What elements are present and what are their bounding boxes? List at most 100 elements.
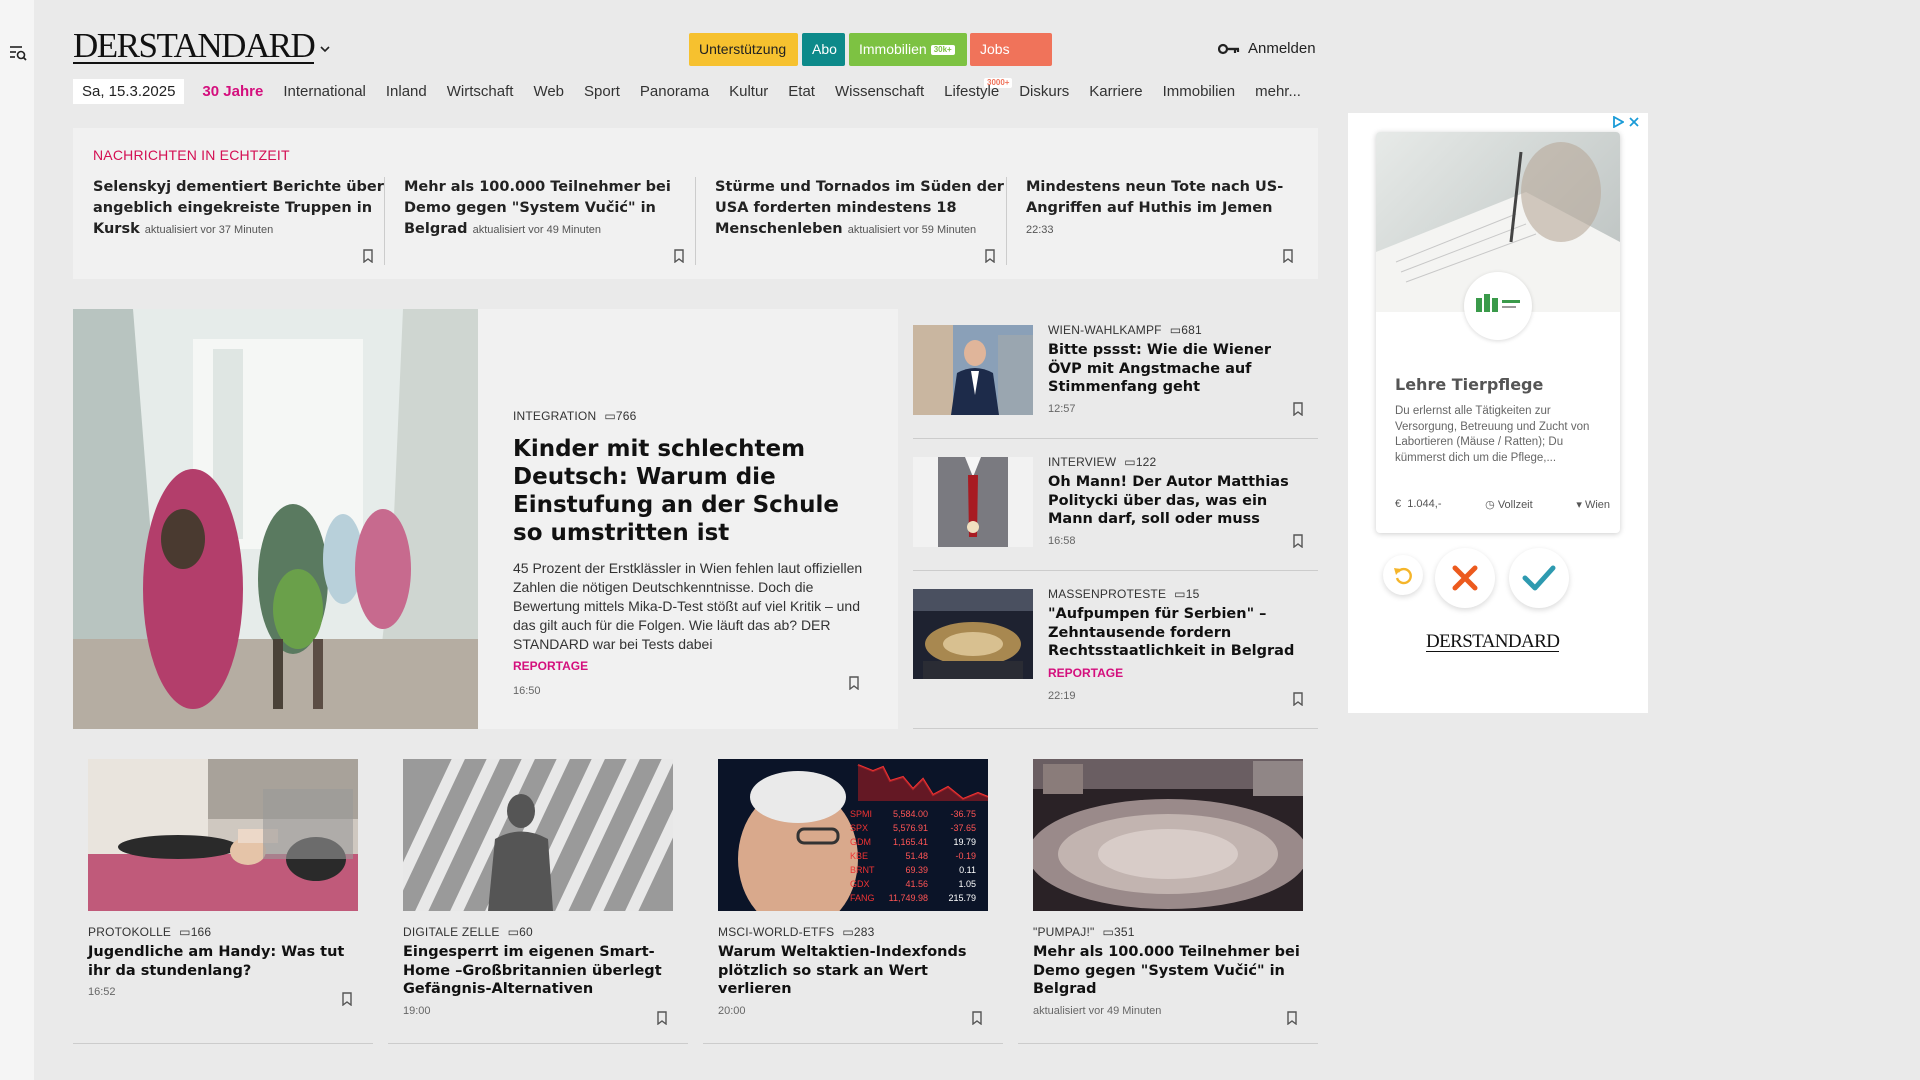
card-kicker[interactable]: "Pumpaj!" ▭351 <box>1033 925 1303 939</box>
side-comment-count[interactable]: 15 <box>1186 587 1200 601</box>
side-comment-count[interactable]: 681 <box>1181 323 1202 337</box>
ticker-item[interactable]: Mehr als 100.000 Teilnehmer bei Demo geg… <box>404 177 696 265</box>
article-image[interactable] <box>88 759 358 911</box>
comment-icon: ▭ <box>1174 587 1186 601</box>
side-article[interactable]: Wien-Wahlkampf ▭681 Bitte pssst: Wie die … <box>913 309 1318 439</box>
article-image[interactable] <box>913 457 1033 547</box>
card-comment-count[interactable]: 351 <box>1114 925 1135 939</box>
card-title[interactable]: Eingesperrt im eigenen Smart-Home –Großb… <box>403 943 673 999</box>
article-image[interactable] <box>913 589 1033 679</box>
bookmark-icon[interactable] <box>848 676 860 690</box>
hero-image[interactable] <box>73 309 478 729</box>
bookmark-icon[interactable] <box>1282 249 1294 263</box>
ad-banner[interactable]: Lehre Tierpflege Du erlernst alle Tätigk… <box>1348 113 1648 713</box>
bookmark-icon[interactable] <box>984 249 996 263</box>
card-comment-count[interactable]: 60 <box>519 925 533 939</box>
teaser-card[interactable]: SPMI 5,584.00 -36.75 SPX 5,576.91 -37.65 GDM 1,… <box>703 759 1003 1044</box>
nav-item-kultur[interactable]: Kultur <box>729 83 768 100</box>
bookmark-icon[interactable] <box>1292 402 1304 416</box>
card-title[interactable]: Jugendliche am Handy: Was tut ihr da stu… <box>88 943 358 980</box>
card-kicker-label: "Pumpaj!" <box>1033 925 1095 939</box>
login-button[interactable]: Anmelden <box>1218 40 1316 57</box>
side-title[interactable]: "Aufpumpen für Serbien" – Zehntausende f… <box>1048 605 1308 661</box>
card-kicker[interactable]: Digitale Zelle ▭60 <box>403 925 673 939</box>
nav-item-international[interactable]: International <box>283 83 366 100</box>
article-image[interactable]: SPMI 5,584.00 -36.75 SPX 5,576.91 -37.65 GDM 1,… <box>718 759 988 911</box>
side-article[interactable]: Interview ▭122 Oh Mann! Der Autor Matthia… <box>913 441 1318 571</box>
hero-kicker[interactable]: Integration ▭766 <box>513 409 863 423</box>
bookmark-icon[interactable] <box>656 1011 668 1025</box>
jobs-button[interactable]: Jobs3000+ <box>970 33 1052 88</box>
close-icon[interactable] <box>1628 116 1640 128</box>
hero-title[interactable]: Kinder mit schlechtem Deutsch: Warum die… <box>513 435 863 547</box>
hero-article[interactable]: Integration ▭766 Kinder mit schlechtem De… <box>73 309 898 729</box>
abo-button[interactable]: Abo <box>802 33 845 66</box>
chevron-down-icon[interactable] <box>318 44 332 54</box>
reject-button[interactable] <box>1435 548 1495 608</box>
comment-icon: ▭ <box>1124 455 1136 469</box>
menu-search-icon[interactable] <box>9 44 27 62</box>
side-comment-count[interactable]: 122 <box>1136 455 1157 469</box>
nav-item-sport[interactable]: Sport <box>584 83 620 100</box>
side-kicker[interactable]: Massenproteste ▭15 <box>1048 587 1308 601</box>
bookmark-icon[interactable] <box>1292 692 1304 706</box>
nav-item-panorama[interactable]: Panorama <box>640 83 709 100</box>
card-title[interactable]: Warum Weltaktien-Indexfonds plötzlich so… <box>718 943 988 999</box>
nav-item-immobilien[interactable]: Immobilien <box>1163 83 1236 100</box>
nav-item-wirtschaft[interactable]: Wirtschaft <box>447 83 514 100</box>
teaser-card[interactable]: "Pumpaj!" ▭351 Mehr als 100.000 Teilnehme… <box>1018 759 1318 1044</box>
nav-item-diskurs[interactable]: Diskurs <box>1019 83 1069 100</box>
bookmark-icon[interactable] <box>1286 1011 1298 1025</box>
side-title[interactable]: Bitte pssst: Wie die Wiener ÖVP mit Angs… <box>1048 341 1308 397</box>
undo-button[interactable] <box>1383 555 1423 595</box>
article-image[interactable] <box>913 325 1033 415</box>
side-kicker[interactable]: Interview ▭122 <box>1048 455 1308 469</box>
bookmark-icon[interactable] <box>673 249 685 263</box>
bookmark-icon[interactable] <box>341 992 353 1006</box>
adchoices-icon[interactable] <box>1612 116 1624 128</box>
bookmark-icon[interactable] <box>1292 534 1304 548</box>
nav-item-wissenschaft[interactable]: Wissenschaft <box>835 83 924 100</box>
nav-item-karriere[interactable]: Karriere <box>1089 83 1142 100</box>
side-kicker[interactable]: Wien-Wahlkampf ▭681 <box>1048 323 1308 337</box>
ticker-symbol-text: 215.79 <box>948 893 976 903</box>
nav-item-inland[interactable]: Inland <box>386 83 427 100</box>
bookmark-icon[interactable] <box>362 249 374 263</box>
nav-item-etat[interactable]: Etat <box>788 83 815 100</box>
current-date: Sa, 15.3.2025 <box>73 78 185 104</box>
card-title[interactable]: Mehr als 100.000 Teilnehmer bei Demo geg… <box>1033 943 1303 999</box>
teaser-card[interactable]: Digitale Zelle ▭60 Eingesperrt im eigenen… <box>388 759 688 1044</box>
side-title[interactable]: Oh Mann! Der Autor Matthias Politycki üb… <box>1048 473 1308 529</box>
comment-icon: ▭ <box>604 409 616 423</box>
nav-item-lifestyle[interactable]: Lifestyle <box>944 83 999 100</box>
ad-title[interactable]: Lehre Tierpflege <box>1395 375 1543 394</box>
bookmark-icon[interactable] <box>971 1011 983 1025</box>
card-kicker[interactable]: MSCI-World-ETFs ▭283 <box>718 925 988 939</box>
card-kicker[interactable]: Protokolle ▭166 <box>88 925 358 939</box>
ticker-item[interactable]: Selenskyj dementiert Berichte über angeb… <box>93 177 385 265</box>
support-button[interactable]: Unterstützung <box>689 33 798 66</box>
article-image[interactable] <box>1033 759 1303 911</box>
nav-item-mehr[interactable]: mehr... <box>1255 83 1301 100</box>
ad-card[interactable]: Lehre Tierpflege Du erlernst alle Tätigk… <box>1376 132 1620 533</box>
card-time: aktualisiert vor 49 Minuten <box>1033 1004 1162 1017</box>
article-image[interactable] <box>403 759 673 911</box>
card-time: 20:00 <box>718 1004 746 1017</box>
side-article[interactable]: Massenproteste ▭15 "Aufpumpen für Serbien… <box>913 573 1318 729</box>
ticker-symbol-text: -0.19 <box>955 851 976 861</box>
hero-comment-count[interactable]: 766 <box>616 409 637 423</box>
teaser-card[interactable]: Protokolle ▭166 Jugendliche am Handy: Was… <box>73 759 373 1044</box>
ticker-item[interactable]: Stürme und Tornados im Süden der USA for… <box>715 177 1007 265</box>
site-logo[interactable]: DERSTANDARD <box>73 28 316 64</box>
left-rail <box>0 0 34 1080</box>
nav-item-30-jahre[interactable]: 30 Jahre <box>202 83 263 100</box>
card-comment-count[interactable]: 166 <box>191 925 212 939</box>
nav-item-web[interactable]: Web <box>533 83 564 100</box>
accept-button[interactable] <box>1509 548 1569 608</box>
ticker-item[interactable]: Mindestens neun Tote nach US-Angriffen a… <box>1026 177 1304 265</box>
hero-time: 16:50 <box>513 685 541 697</box>
ad-meta: € 1.044,- ◷ Vollzeit ▾ Wien <box>1395 498 1610 511</box>
ticker-title: Mindestens neun Tote nach US-Angriffen a… <box>1026 179 1284 216</box>
card-comment-count[interactable]: 283 <box>854 925 875 939</box>
immobilien-button[interactable]: Immobilien 30k+ <box>849 33 967 66</box>
